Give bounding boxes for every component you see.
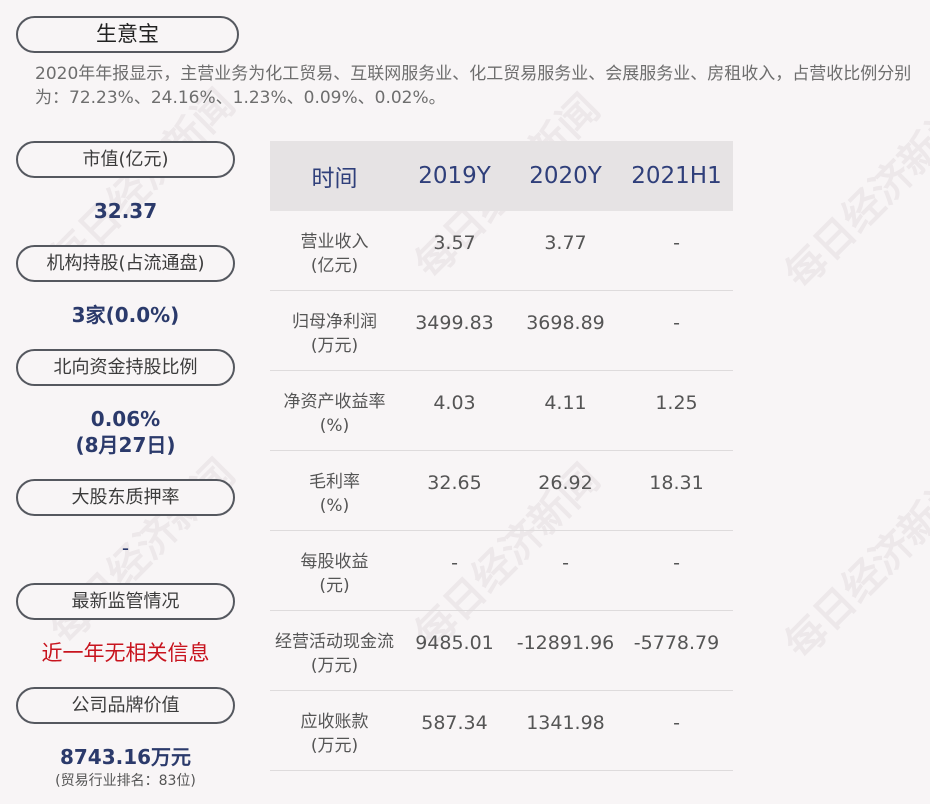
brand-value-label: 公司品牌价值 xyxy=(16,687,235,724)
market-cap-value: 32.37 xyxy=(93,199,158,223)
value-cell: 18.31 xyxy=(649,472,704,494)
metric-name: 应收账款 xyxy=(300,712,369,732)
regulation-value: 近一年无相关信息 xyxy=(41,641,210,665)
value-cell: -12891.96 xyxy=(516,632,615,654)
metric-name: 归母净利润 xyxy=(292,312,377,332)
brand-value: 8743.16万元 xyxy=(59,745,192,769)
value-cell: -5778.79 xyxy=(633,632,720,654)
metric-name: 每股收益 xyxy=(300,552,369,572)
value-cell: 4.11 xyxy=(544,392,587,414)
table-row: 净资产收益率 (%) 4.03 4.11 1.25 xyxy=(270,371,733,451)
metric-name-cell: 经营活动现金流 (万元) xyxy=(270,611,399,678)
metric-unit: (万元) xyxy=(310,336,359,356)
value-cell: 4.03 xyxy=(433,392,476,414)
value-cell: 1341.98 xyxy=(526,712,605,734)
value-cell: 587.34 xyxy=(421,712,488,734)
metric-unit: (万元) xyxy=(310,736,359,756)
value-cell: 1.25 xyxy=(655,392,698,414)
pledge-ratio-value: - xyxy=(121,536,130,560)
value-cell: 3.57 xyxy=(433,232,476,254)
market-cap-label: 市值(亿元) xyxy=(16,141,235,178)
value-cell: 32.65 xyxy=(427,472,482,494)
metric-unit: (万元) xyxy=(310,656,359,676)
table-row: 营业收入 (亿元) 3.57 3.77 - xyxy=(270,211,733,291)
metric-name-cell: 应收账款 (万元) xyxy=(270,691,399,758)
value-cell: 3.77 xyxy=(544,232,587,254)
metric-unit: (元) xyxy=(319,576,350,596)
value-cell: - xyxy=(562,552,569,574)
page-title: 生意宝 xyxy=(16,16,239,53)
metric-name-cell: 营业收入 (亿元) xyxy=(270,211,399,278)
northbound-holding-value: 0.06% xyxy=(90,407,161,431)
northbound-holding-label: 北向资金持股比例 xyxy=(16,349,235,386)
financial-table: 时间 2019Y 2020Y 2021H1 营业收入 (亿元) 3.57 3.77- 归… xyxy=(270,141,733,771)
value-cell: - xyxy=(673,312,680,334)
header-cell: 2020Y xyxy=(529,163,602,189)
value-cell: 3698.89 xyxy=(526,312,605,334)
watermark: 每日经济新闻 xyxy=(776,465,930,668)
value-cell: - xyxy=(451,552,458,574)
metric-name-cell: 每股收益 (元) xyxy=(270,531,399,598)
metric-name-cell: 毛利率 (%) xyxy=(270,451,399,518)
metric-name: 经营活动现金流 xyxy=(275,632,394,652)
table-row: 经营活动现金流 (万元) 9485.01 -12891.96 -5778.79 xyxy=(270,611,733,691)
pledge-ratio-label: 大股东质押率 xyxy=(16,479,235,516)
value-cell: - xyxy=(673,232,680,254)
header-cell: 2019Y xyxy=(418,163,491,189)
institution-holding-value: 3家(0.0%) xyxy=(71,303,180,327)
metric-name: 毛利率 xyxy=(309,472,360,492)
metric-name: 营业收入 xyxy=(300,232,369,252)
institution-holding-label: 机构持股(占流通盘) xyxy=(16,245,235,282)
table-row: 每股收益 (元) - - - xyxy=(270,531,733,611)
value-cell: - xyxy=(673,712,680,734)
regulation-label: 最新监管情况 xyxy=(16,583,235,620)
metric-unit: (%) xyxy=(319,416,350,436)
metric-name: 净资产收益率 xyxy=(283,392,386,412)
metric-unit: (%) xyxy=(319,496,350,516)
value-cell: 3499.83 xyxy=(415,312,494,334)
business-summary: 2020年年报显示，主营业务为化工贸易、互联网服务业、化工贸易服务业、会展服务业… xyxy=(35,64,912,108)
brand-rank: (贸易行业排名：83位) xyxy=(55,773,196,789)
metric-unit: (亿元) xyxy=(310,256,359,276)
table-row: 毛利率 (%) 32.65 26.92 18.31 xyxy=(270,451,733,531)
value-cell: - xyxy=(673,552,680,574)
metric-name-cell: 归母净利润 (万元) xyxy=(270,291,399,358)
header-cell: 2021H1 xyxy=(631,163,722,189)
metric-name-cell: 净资产收益率 (%) xyxy=(270,371,399,438)
header-cell: 时间 xyxy=(311,166,358,192)
value-cell: 9485.01 xyxy=(415,632,494,654)
table-row: 应收账款 (万元) 587.34 1341.98 - xyxy=(270,691,733,771)
table-header: 时间 2019Y 2020Y 2021H1 xyxy=(270,141,733,211)
table-row: 归母净利润 (万元) 3499.83 3698.89 - xyxy=(270,291,733,371)
watermark: 每日经济新闻 xyxy=(776,95,930,298)
value-cell: 26.92 xyxy=(538,472,593,494)
northbound-holding-date: (8月27日) xyxy=(75,433,176,457)
